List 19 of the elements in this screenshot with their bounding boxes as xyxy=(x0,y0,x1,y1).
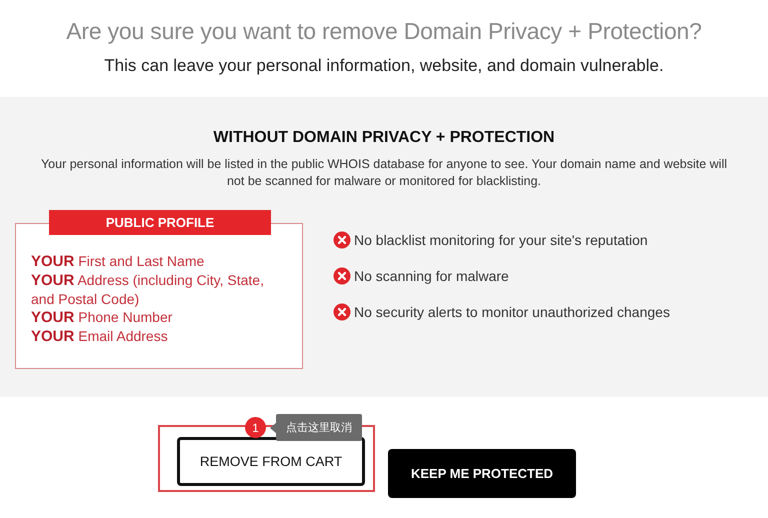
subtitle: This can leave your personal information, website, and domain vulnerable. xyxy=(104,56,664,76)
keep-button[interactable]: KEEP ME PROTECTED xyxy=(388,449,576,498)
x-circle-icon xyxy=(333,231,351,249)
risk-item: No security alerts to monitor unauthorized changes xyxy=(354,304,670,320)
tooltip: 点击这里取消 xyxy=(276,414,362,441)
panel-heading: WITHOUT DOMAIN PRIVACY + PROTECTION xyxy=(213,129,555,147)
profile-item: YOUR Phone Number xyxy=(31,308,174,327)
x-circle-icon xyxy=(333,303,351,321)
x-circle-icon xyxy=(333,267,351,285)
step-badge: 1 xyxy=(245,417,266,438)
risk-item: No blacklist monitoring for your site's reputation xyxy=(354,232,648,248)
profile-title: PUBLIC PROFILE xyxy=(49,210,271,235)
profile-item: YOUR First and Last Name xyxy=(31,252,206,271)
panel-description: Your personal information will be listed in the public WHOIS database for anyone to see. Your domain name and website will not be scanned for malware or monitored for blacklisting. xyxy=(40,156,728,190)
profile-item: YOUR Address (including City, State, and Postal Code) xyxy=(31,271,265,308)
dialog-title: Are you sure you want to remove Domain Privacy + Protection? xyxy=(66,18,702,45)
remove-button[interactable]: REMOVE FROM CART xyxy=(177,437,365,486)
risk-item: No scanning for malware xyxy=(354,268,509,284)
profile-item: YOUR Email Address xyxy=(31,327,169,346)
